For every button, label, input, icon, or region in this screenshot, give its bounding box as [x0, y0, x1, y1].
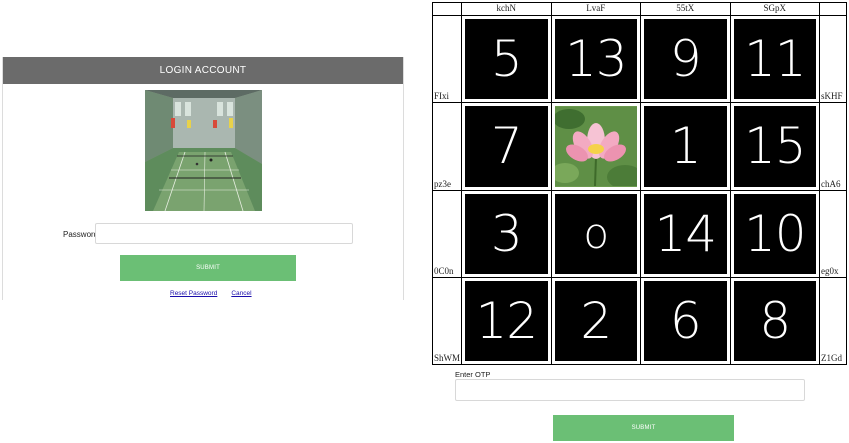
number-tile[interactable]: 14	[644, 193, 727, 274]
number-tile[interactable]: 1	[644, 106, 727, 187]
number-tile[interactable]: 7	[465, 106, 548, 187]
cancel-link[interactable]: Cancel	[231, 290, 251, 297]
otp-input[interactable]	[455, 379, 805, 401]
captcha-cell[interactable]: 15	[729, 102, 820, 191]
number-tile[interactable]: 8	[733, 280, 816, 361]
captcha-row: FIxi 5 13 9 11 sKHF	[432, 15, 847, 104]
corner-cell	[432, 1, 462, 17]
captcha-cell[interactable]: 10	[729, 189, 820, 278]
row-label-right: sKHF	[819, 15, 847, 104]
number-tile[interactable]: 10	[733, 193, 816, 274]
captcha-cell[interactable]: 2	[550, 276, 641, 366]
column-header: LvaF	[550, 1, 641, 17]
captcha-row: pz3e 7 1 15 chA6	[432, 102, 847, 191]
login-header: LOGIN ACCOUNT	[3, 57, 403, 84]
captcha-cell[interactable]: 9	[640, 15, 731, 104]
row-label-left: FIxi	[432, 15, 462, 104]
captcha-cell[interactable]: 13	[550, 15, 641, 104]
login-panel: LOGIN ACCOUNT Password SUBMIT Reset Pass…	[2, 57, 404, 300]
password-input[interactable]	[95, 223, 353, 244]
row-label-right: eg0x	[819, 189, 847, 278]
captcha-cell[interactable]: 11	[729, 15, 820, 104]
captcha-cell[interactable]: 14	[640, 189, 731, 278]
number-tile[interactable]: 9	[644, 19, 727, 100]
otp-submit-button[interactable]: SUBMIT	[553, 415, 734, 441]
login-submit-button[interactable]: SUBMIT	[120, 255, 296, 281]
number-tile[interactable]: 12	[465, 280, 548, 361]
number-tile[interactable]: o	[554, 193, 637, 274]
captcha-grid: kchN LvaF 55tX SGpX FIxi 5 13 9 11 sKHF …	[432, 1, 847, 366]
otp-label: Enter OTP	[455, 370, 491, 379]
captcha-cell[interactable]: 8	[729, 276, 820, 366]
reset-password-link[interactable]: Reset Password	[170, 290, 217, 297]
column-header: 55tX	[640, 1, 731, 17]
captcha-cell[interactable]	[550, 102, 641, 191]
captcha-cell[interactable]: 1	[640, 102, 731, 191]
row-label-left: pz3e	[432, 102, 462, 191]
number-tile[interactable]: 6	[644, 280, 727, 361]
corner-cell	[819, 1, 847, 17]
captcha-row: ShWM 12 2 6 8 Z1Gd	[432, 276, 847, 366]
row-label-right: Z1Gd	[819, 276, 847, 366]
number-tile[interactable]: 3	[465, 193, 548, 274]
number-tile[interactable]: 2	[554, 280, 637, 361]
column-header: SGpX	[729, 1, 820, 17]
captcha-row: 0C0n 3 o 14 10 eg0x	[432, 189, 847, 278]
column-header: kchN	[461, 1, 552, 17]
row-label-right: chA6	[819, 102, 847, 191]
lotus-flower-image[interactable]	[554, 106, 637, 187]
captcha-cell[interactable]: 5	[461, 15, 552, 104]
row-label-left: ShWM	[432, 276, 462, 366]
number-tile[interactable]: 11	[733, 19, 816, 100]
captcha-cell[interactable]: 6	[640, 276, 731, 366]
captcha-cell[interactable]: 12	[461, 276, 552, 366]
number-tile[interactable]: 15	[733, 106, 816, 187]
number-tile[interactable]: 13	[554, 19, 637, 100]
captcha-cell[interactable]: 3	[461, 189, 552, 278]
captcha-header-row: kchN LvaF 55tX SGpX	[432, 1, 847, 17]
captcha-cell[interactable]: 7	[461, 102, 552, 191]
number-tile[interactable]: 5	[465, 19, 548, 100]
row-label-left: 0C0n	[432, 189, 462, 278]
login-links: Reset Password Cancel	[170, 290, 252, 297]
password-label: Password	[63, 230, 99, 239]
captcha-cell[interactable]: o	[550, 189, 641, 278]
sports-hall-photo	[145, 90, 262, 211]
